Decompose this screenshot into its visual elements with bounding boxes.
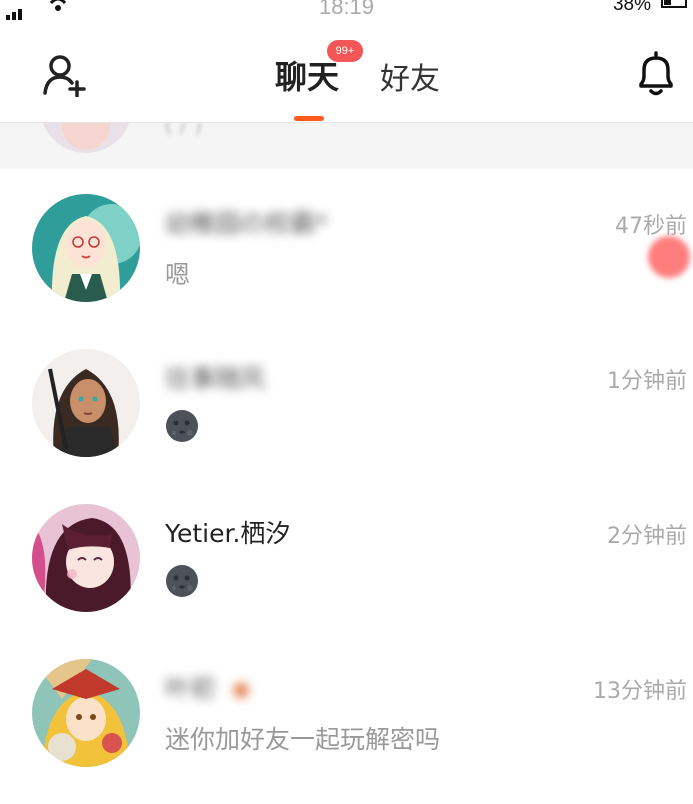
chat-item[interactable]: 往事随风 1分钟前 — [0, 325, 693, 480]
chat-name: Yetier.栖汐 — [165, 519, 291, 548]
chat-name: 往事随风 — [165, 364, 266, 393]
maple-leaf-icon — [230, 680, 251, 700]
add-friend-icon[interactable] — [42, 53, 88, 97]
tab-friends[interactable]: 好友 — [380, 54, 440, 98]
chat-time: 47秒前 — [615, 214, 687, 239]
pinned-preview: ( / ) — [164, 123, 203, 138]
chat-name: 幼稚园の校霸* — [165, 209, 328, 238]
chat-preview: 迷你加好友一起玩解密吗 — [165, 725, 441, 754]
avatar — [40, 123, 132, 153]
new-moon-face-icon — [166, 410, 198, 442]
avatar — [32, 504, 140, 612]
chat-time: 2分钟前 — [607, 524, 687, 549]
chat-time: 13分钟前 — [593, 679, 687, 704]
chat-preview: 嗯 — [165, 260, 191, 289]
pinned-chat-item[interactable]: ( / ) — [0, 123, 693, 169]
unread-badge: 99+ — [327, 40, 363, 62]
avatar — [32, 659, 140, 767]
avatar — [32, 194, 140, 302]
battery-icon — [661, 0, 687, 8]
header: 聊天 99+ 好友 — [0, 22, 693, 122]
chat-item[interactable]: 幼稚园の校霸* 47秒前 嗯 — [0, 170, 693, 325]
chat-list: 幼稚园の校霸* 47秒前 嗯 往事随风 1分钟前 Yetier.栖汐 2分钟前 … — [0, 170, 693, 790]
battery-percent: 38% — [612, 0, 651, 15]
status-bar: 18:19 38% — [0, 0, 693, 22]
chat-time: 1分钟前 — [607, 369, 687, 394]
bell-icon[interactable] — [632, 50, 680, 98]
new-moon-face-icon — [166, 565, 198, 597]
status-time: 18:19 — [318, 0, 375, 19]
unread-indicator — [648, 236, 690, 278]
chat-name: 叶初 — [165, 669, 253, 705]
avatar — [32, 349, 140, 457]
chat-item[interactable]: 叶初 13分钟前 迷你加好友一起玩解密吗 — [0, 635, 693, 790]
chat-item[interactable]: Yetier.栖汐 2分钟前 — [0, 480, 693, 635]
active-tab-indicator — [294, 116, 324, 121]
